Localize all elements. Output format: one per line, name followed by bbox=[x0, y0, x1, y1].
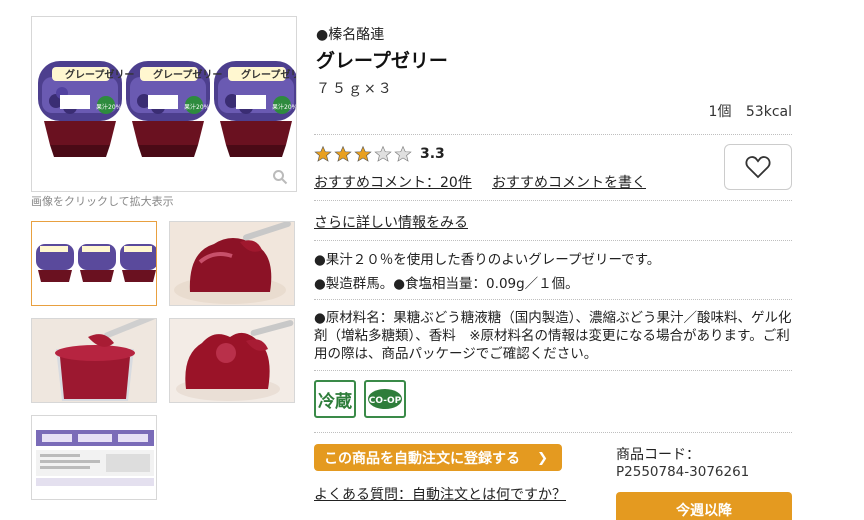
this-week-onward-button[interactable]: 今週以降 bbox=[616, 492, 792, 520]
favorite-button[interactable] bbox=[724, 144, 792, 190]
pack-label: グレープゼリー bbox=[65, 68, 134, 81]
zoom-icon bbox=[273, 170, 288, 185]
juice-label: 果汁20% bbox=[184, 103, 210, 111]
rating-value: 3.3 bbox=[420, 146, 445, 162]
divider bbox=[314, 432, 792, 433]
image-caption: 画像をクリックして拡大表示 bbox=[31, 195, 174, 208]
thumbnail-image bbox=[32, 416, 156, 499]
heart-icon bbox=[745, 156, 771, 179]
star-filled-icon bbox=[334, 145, 352, 162]
ingredients: ●原材料名：果糖ぶどう糖液糖（国内製造）、濃縮ぶどう果汁／酸味料、ゲル化剤（増粘… bbox=[314, 310, 792, 362]
star-filled-icon bbox=[354, 145, 372, 162]
star-empty-icon bbox=[374, 145, 392, 162]
divider bbox=[314, 240, 792, 241]
thumbnail-image bbox=[32, 319, 156, 402]
product-code-value: P2550784-3076261 bbox=[616, 464, 750, 480]
refrigerated-badge: 冷蔵 bbox=[314, 380, 356, 418]
auto-order-label: この商品を自動注文に登録する bbox=[324, 450, 520, 467]
chevron-right-icon: ❯ bbox=[537, 451, 548, 466]
coop-badge: CO-OP bbox=[364, 380, 406, 418]
thumbnail-4[interactable] bbox=[169, 318, 295, 403]
brand: ●榛名酪連 bbox=[316, 27, 385, 43]
description-line-1: ●果汁２０％を使用した香りのよいグレープゼリーです。 bbox=[314, 252, 661, 268]
product-volume: ７５ｇ×３ bbox=[316, 81, 394, 97]
pack-label: グレープゼリー bbox=[153, 68, 222, 81]
auto-order-register-button[interactable]: この商品を自動注文に登録する ❯ bbox=[314, 444, 562, 471]
calorie-info: 1個 53kcal bbox=[708, 104, 792, 120]
thumbnail-image bbox=[32, 222, 156, 305]
juice-label: 果汁20% bbox=[272, 103, 297, 111]
star-rating: 3.3 bbox=[314, 145, 445, 163]
divider bbox=[314, 134, 792, 135]
thumbnail-5[interactable] bbox=[31, 415, 157, 500]
product-title: グレープゼリー bbox=[316, 50, 448, 72]
thumbnail-3[interactable] bbox=[31, 318, 157, 403]
more-info-link[interactable]: さらに詳しい情報をみる bbox=[314, 212, 468, 232]
jelly-pack-image: グレープゼリー グレープゼリー グレープゼリー 果汁20% 果汁20% 果汁20… bbox=[32, 17, 297, 191]
star-filled-icon bbox=[314, 145, 332, 162]
faq-link[interactable]: よくある質問：自動注文とは何ですか？ bbox=[314, 484, 566, 504]
coop-logo-icon: CO-OP bbox=[368, 389, 402, 409]
star-empty-icon bbox=[394, 145, 412, 162]
thumbnail-1[interactable] bbox=[31, 221, 157, 306]
thumbnail-image bbox=[170, 222, 294, 305]
description-line-2: ●製造群馬。●食塩相当量：0.09g／１個。 bbox=[314, 276, 579, 292]
main-product-image[interactable]: グレープゼリー グレープゼリー グレープゼリー 果汁20% 果汁20% 果汁20… bbox=[31, 16, 297, 192]
divider bbox=[314, 299, 792, 300]
thumbnail-image bbox=[170, 319, 294, 402]
divider bbox=[314, 200, 792, 201]
divider bbox=[314, 370, 792, 371]
juice-label: 果汁20% bbox=[96, 103, 122, 111]
svg-text:CO-OP: CO-OP bbox=[369, 396, 402, 406]
thumbnail-2[interactable] bbox=[169, 221, 295, 306]
product-code-label: 商品コード： bbox=[616, 447, 700, 463]
comments-link[interactable]: おすすめコメント：20件 bbox=[314, 172, 472, 192]
write-comment-link[interactable]: おすすめコメントを書く bbox=[492, 172, 646, 192]
pack-label: グレープゼリー bbox=[241, 68, 297, 81]
